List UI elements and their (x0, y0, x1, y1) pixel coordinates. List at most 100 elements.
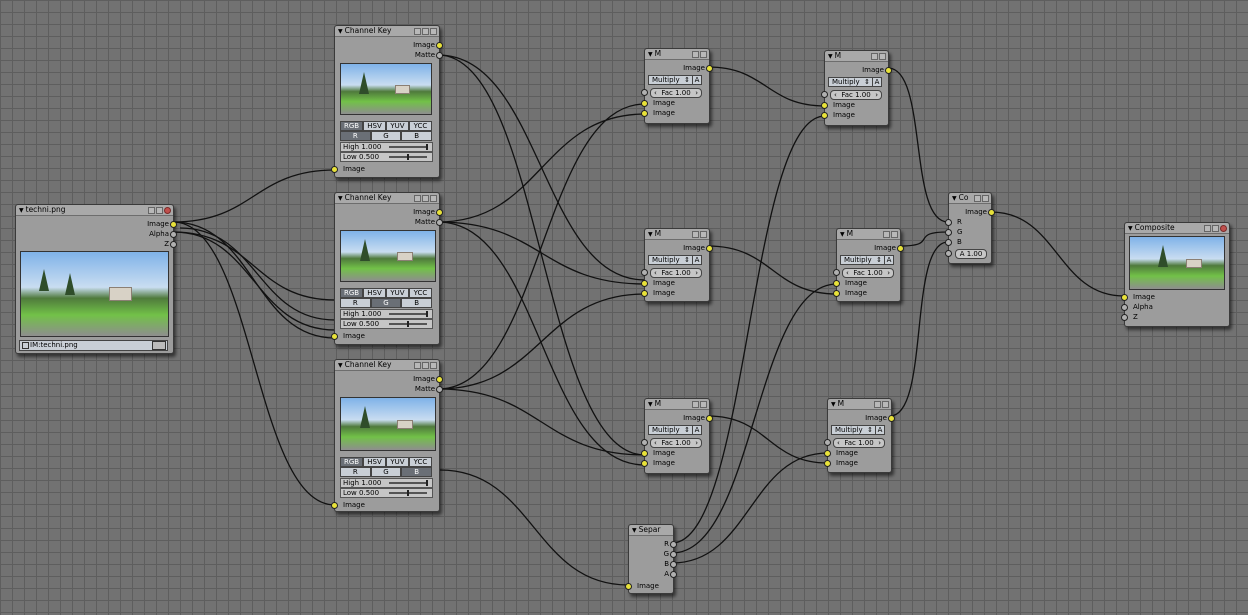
tab-hsv[interactable]: HSV (363, 121, 386, 131)
input-socket-image-2[interactable]: Image (641, 459, 675, 467)
mix-node[interactable]: ▼ M Image Multiply ⇕ A ‹ Fac 1.00 › Image Image (641, 228, 713, 302)
mix-node[interactable]: ▼ M Image Multiply ⇕ A ‹ Fac 1.00 › Image Image (821, 50, 892, 126)
increment-icon[interactable]: › (695, 269, 698, 277)
input-socket-image-2[interactable]: Image (833, 289, 867, 297)
increment-icon[interactable]: › (875, 91, 878, 99)
collapse-arrow-icon[interactable]: ▼ (338, 361, 343, 370)
output-socket-image[interactable]: Image (683, 244, 713, 252)
output-socket-matte[interactable]: Matte (415, 51, 443, 59)
tab-ycc[interactable]: YCC (409, 121, 432, 131)
preview-toggle-icon[interactable] (414, 362, 421, 369)
high-slider[interactable]: High 1.000 (340, 309, 433, 319)
tab-channel-g[interactable]: G (370, 298, 402, 308)
mix-node[interactable]: ▼ M Image Multiply ⇕ A ‹ Fac 1.00 › Image Image (833, 228, 904, 302)
output-socket-image[interactable]: Image (147, 220, 177, 228)
use-alpha-toggle[interactable]: A (872, 77, 882, 87)
low-slider[interactable]: Low 0.500 (340, 488, 433, 498)
fac-field[interactable]: ‹ Fac 1.00 › (650, 268, 702, 278)
decrement-icon[interactable]: ‹ (846, 269, 849, 277)
collapse-arrow-icon[interactable]: ▼ (648, 230, 653, 239)
tab-rgb[interactable]: RGB (340, 457, 363, 467)
tab-yuv[interactable]: YUV (386, 121, 409, 131)
hide-sockets-icon[interactable] (879, 53, 886, 60)
blend-mode-dropdown[interactable]: Multiply ⇕ (831, 425, 876, 435)
input-socket-image-1[interactable]: Image (824, 449, 858, 457)
tab-rgb[interactable]: RGB (340, 121, 363, 131)
slider-knob[interactable] (426, 144, 428, 150)
input-socket-image[interactable]: Image (331, 165, 365, 173)
node-header[interactable]: ▼ Co (949, 193, 991, 204)
preview-toggle-icon[interactable] (414, 28, 421, 35)
output-socket-matte[interactable]: Matte (415, 385, 443, 393)
input-socket-alpha[interactable]: Alpha (1121, 303, 1153, 311)
preview-toggle-icon[interactable] (871, 53, 878, 60)
fac-field[interactable]: ‹ Fac 1.00 › (842, 268, 894, 278)
image-datablock-field[interactable]: IM:techni.png (19, 340, 168, 351)
node-header[interactable]: ▼ Channel Key (335, 360, 439, 371)
input-socket-r[interactable]: R (945, 218, 962, 226)
mix-node[interactable]: ▼ M Image Multiply ⇕ A ‹ Fac 1.00 › Image Image (641, 398, 713, 474)
collapse-arrow-icon[interactable]: ▼ (19, 206, 24, 215)
collapse-arrow-icon[interactable]: ▼ (831, 400, 836, 409)
options-toggle-icon[interactable] (1212, 225, 1219, 232)
input-socket-image-1[interactable]: Image (833, 279, 867, 287)
low-slider[interactable]: Low 0.500 (340, 319, 433, 329)
blend-mode-dropdown[interactable]: Multiply ⇕ (648, 425, 693, 435)
blend-mode-dropdown[interactable]: Multiply ⇕ (648, 75, 693, 85)
channel-key-node-b[interactable]: ▼ Channel Key Image Matte RGB HSV YUV YCC RG… (331, 359, 443, 512)
preview-toggle-icon[interactable] (974, 195, 981, 202)
tab-yuv[interactable]: YUV (386, 288, 409, 298)
collapse-arrow-icon[interactable]: ▼ (648, 400, 653, 409)
hide-sockets-icon[interactable] (700, 401, 707, 408)
preview-toggle-icon[interactable] (692, 401, 699, 408)
hide-sockets-icon[interactable] (430, 28, 437, 35)
preview-toggle-icon[interactable] (692, 51, 699, 58)
hide-sockets-icon[interactable] (430, 195, 437, 202)
collapse-arrow-icon[interactable]: ▼ (828, 52, 833, 61)
input-socket-image-2[interactable]: Image (821, 111, 855, 119)
output-socket-z[interactable]: Z (164, 240, 177, 248)
combine-rgba-node[interactable]: ▼ Co Image R G B A 1.00 (945, 192, 995, 264)
output-socket-image[interactable]: Image (413, 375, 443, 383)
use-alpha-toggle[interactable]: A (692, 425, 702, 435)
options-toggle-icon[interactable] (422, 362, 429, 369)
input-socket-g[interactable]: G (945, 228, 962, 236)
hide-sockets-icon[interactable] (982, 195, 989, 202)
tab-ycc[interactable]: YCC (409, 457, 432, 467)
node-header[interactable]: ▼ M (645, 49, 709, 60)
blend-mode-dropdown[interactable]: Multiply ⇕ (840, 255, 885, 265)
composite-node[interactable]: ▼ Composite Image Alpha Z (1121, 222, 1230, 327)
output-socket-image[interactable]: Image (965, 208, 995, 216)
hide-sockets-icon[interactable] (430, 362, 437, 369)
alpha-value-field[interactable]: A 1.00 (955, 249, 987, 259)
channel-key-node-r[interactable]: ▼ Channel Key Image Matte RGB HSV YUV YCC RG… (331, 25, 443, 178)
input-socket-image[interactable]: Image (625, 582, 659, 590)
use-alpha-toggle[interactable]: A (884, 255, 894, 265)
input-socket-image-2[interactable]: Image (641, 289, 675, 297)
input-socket-image-1[interactable]: Image (641, 279, 675, 287)
tab-channel-b[interactable]: B (401, 131, 433, 141)
collapse-arrow-icon[interactable]: ▼ (338, 27, 343, 36)
channel-key-node-g[interactable]: ▼ Channel Key Image Matte RGB HSV YUV YCC RG… (331, 192, 443, 345)
input-socket-z[interactable]: Z (1121, 313, 1138, 321)
tab-hsv[interactable]: HSV (363, 288, 386, 298)
output-socket-a[interactable]: A (664, 570, 677, 578)
output-socket-image[interactable]: Image (683, 64, 713, 72)
increment-icon[interactable]: › (887, 269, 890, 277)
options-toggle-icon[interactable] (422, 28, 429, 35)
high-slider[interactable]: High 1.000 (340, 142, 433, 152)
tab-rgb[interactable]: RGB (340, 288, 363, 298)
tab-hsv[interactable]: HSV (363, 457, 386, 467)
node-header[interactable]: ▼ Separ (629, 525, 673, 536)
output-socket-b[interactable]: B (664, 560, 677, 568)
hide-sockets-icon[interactable] (891, 231, 898, 238)
collapse-arrow-icon[interactable]: ▼ (338, 194, 343, 203)
collapse-arrow-icon[interactable]: ▼ (840, 230, 845, 239)
slider-knob[interactable] (426, 480, 428, 486)
preview-toggle-icon[interactable] (874, 401, 881, 408)
separate-rgba-node[interactable]: ▼ Separ R G B A Image (625, 524, 677, 594)
node-header[interactable]: ▼ M (645, 399, 709, 410)
tab-channel-b[interactable]: B (401, 298, 433, 308)
node-header[interactable]: ▼ Composite (1125, 223, 1229, 234)
slider-knob[interactable] (407, 321, 409, 327)
